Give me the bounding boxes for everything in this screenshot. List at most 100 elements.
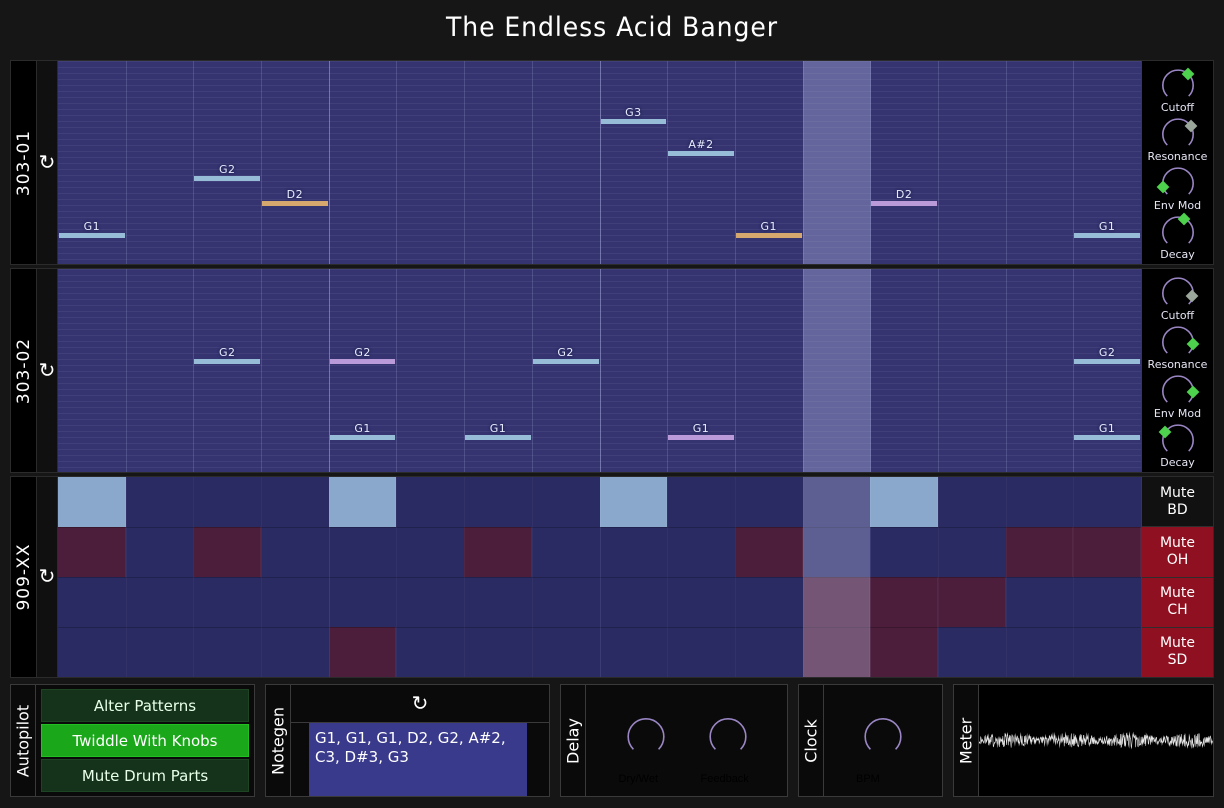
mute-button-sd[interactable]: Mute SD xyxy=(1142,627,1213,677)
knob-resonance[interactable]: Resonance xyxy=(1148,115,1207,163)
notegen-panel: Notegen ↻ G1, G1, G1, D2, G2, A#2, C3, D… xyxy=(265,684,550,797)
delay-knob-group: Dry/Wet Feedback xyxy=(586,685,787,796)
note-G1[interactable]: G1 xyxy=(465,422,531,440)
note-G1[interactable]: G1 xyxy=(668,422,734,440)
drum-cell-sd-11[interactable] xyxy=(802,627,871,677)
note-label: G1 xyxy=(1098,219,1116,233)
drum-cell-sd-4[interactable] xyxy=(328,627,397,677)
drum-cell-oh-0[interactable] xyxy=(58,527,126,577)
note-G2[interactable]: G2 xyxy=(1074,346,1140,364)
mute-button-bd[interactable]: Mute BD xyxy=(1142,477,1213,528)
step-line xyxy=(1073,269,1075,472)
note-G2[interactable]: G2 xyxy=(532,346,599,364)
knob-dry-wet[interactable]: Dry/Wet xyxy=(619,714,673,785)
piano-roll-303-02[interactable]: G2 G1 G2 G1 G2 G1 G1 G2 xyxy=(58,269,1141,472)
note-G1[interactable]: G1 xyxy=(1074,422,1140,440)
step-line xyxy=(667,269,669,472)
delay-body: Dry/Wet Feedback xyxy=(586,685,787,796)
note-D2[interactable]: D2 xyxy=(871,188,937,207)
knob-feedback[interactable]: Feedback xyxy=(701,714,755,785)
drum-cell-oh-10[interactable] xyxy=(734,527,803,577)
knob-env-mod[interactable]: Env Mod xyxy=(1154,164,1201,212)
knob-env-mod[interactable]: Env Mod xyxy=(1154,372,1201,420)
step-line xyxy=(193,269,195,472)
machine-label-303-01: 303-01 xyxy=(11,61,36,264)
note-label: G1 xyxy=(354,421,371,435)
knob-cutoff[interactable]: Cutoff xyxy=(1155,274,1201,322)
note-label: G1 xyxy=(760,219,777,233)
notegen-regenerate-button[interactable]: ↻ xyxy=(291,685,549,723)
drum-cell-bd-12[interactable] xyxy=(870,477,938,527)
note-G1[interactable]: G1 xyxy=(735,220,802,238)
drum-cell-sd-12[interactable] xyxy=(870,627,938,677)
drum-cell-oh-14[interactable] xyxy=(1005,527,1074,577)
step-line xyxy=(802,269,804,472)
step-line xyxy=(125,269,127,472)
bar-line xyxy=(870,477,872,677)
regenerate-button-303-02[interactable]: ↻ xyxy=(36,269,58,472)
drum-cell-bd-0[interactable] xyxy=(58,477,126,527)
drum-cell-oh-15[interactable] xyxy=(1073,527,1141,577)
knob-decay[interactable]: Decay xyxy=(1155,421,1201,469)
mute-label-line2: OH xyxy=(1166,551,1189,568)
knob-cutoff[interactable]: Cutoff xyxy=(1155,66,1201,114)
note-G1[interactable]: G1 xyxy=(329,422,396,440)
note-G1[interactable]: G1 xyxy=(1074,220,1140,238)
note-label: G2 xyxy=(354,345,371,359)
knob-resonance[interactable]: Resonance xyxy=(1148,323,1207,371)
autopilot-mute-drum-parts[interactable]: Mute Drum Parts xyxy=(41,759,249,792)
machine-label-text: 303-02 xyxy=(13,337,34,404)
mute-button-oh[interactable]: Mute OH xyxy=(1142,527,1213,578)
notegen-body: ↻ G1, G1, G1, D2, G2, A#2, C3, D#3, G3 xyxy=(291,685,549,796)
note-label: D2 xyxy=(286,188,304,202)
drum-cell-ch-13[interactable] xyxy=(937,577,1006,627)
note-label: G1 xyxy=(1098,421,1116,435)
autopilot-body: Alter Patterns Twiddle With Knobs Mute Dru… xyxy=(36,685,254,796)
note-G1[interactable]: G1 xyxy=(59,220,125,238)
drum-cell-ch-12[interactable] xyxy=(870,577,938,627)
step-line xyxy=(937,477,939,677)
knob-bpm[interactable]: BPM xyxy=(856,714,910,785)
notegen-notes-display[interactable]: G1, G1, G1, D2, G2, A#2, C3, D#3, G3 xyxy=(309,723,527,796)
autopilot-alter-patterns[interactable]: Alter Patterns xyxy=(41,689,249,722)
note-G2[interactable]: G2 xyxy=(329,346,396,364)
note-label: G2 xyxy=(557,345,574,359)
regenerate-button-909[interactable]: ↻ xyxy=(36,477,58,677)
drum-grid[interactable] xyxy=(58,477,1141,677)
note-label: G1 xyxy=(489,421,507,435)
regenerate-button-303-01[interactable]: ↻ xyxy=(36,61,58,264)
mute-label-line1: Mute xyxy=(1159,534,1196,551)
drum-cell-bd-4[interactable] xyxy=(328,477,397,527)
autopilot-button-list: Alter Patterns Twiddle With Knobs Mute Dru… xyxy=(36,685,254,796)
piano-roll-303-01[interactable]: G1 G2 D2 G3 A#2 G1 D2 G1 xyxy=(58,61,1141,264)
note-G2[interactable]: G2 xyxy=(194,163,261,182)
note-A#2[interactable]: A#2 xyxy=(668,138,734,156)
note-G3[interactable]: G3 xyxy=(600,106,667,125)
drum-cell-oh-2[interactable] xyxy=(193,527,262,577)
notegen-label-text: Notegen xyxy=(268,706,288,775)
step-line xyxy=(734,269,736,472)
step-line xyxy=(193,61,195,264)
autopilot-label-text: Autopilot xyxy=(13,704,33,777)
machine-label-text: 909-XX xyxy=(13,543,34,611)
step-line xyxy=(1005,269,1007,472)
note-G2[interactable]: G2 xyxy=(194,346,261,364)
step-line xyxy=(734,477,736,677)
note-label: G1 xyxy=(692,421,710,435)
bar-line xyxy=(328,61,330,264)
step-line xyxy=(1005,61,1007,264)
autopilot-twiddle-with-knobs[interactable]: Twiddle With Knobs xyxy=(41,724,249,757)
drum-cell-ch-11[interactable] xyxy=(802,577,871,627)
meter-panel: Meter xyxy=(953,684,1214,797)
mute-button-ch[interactable]: Mute CH xyxy=(1142,577,1213,628)
step-line xyxy=(1073,477,1075,677)
drum-cell-oh-6[interactable] xyxy=(464,527,532,577)
meter-panel-label: Meter xyxy=(954,685,979,796)
step-line xyxy=(937,269,939,472)
drum-cell-bd-8[interactable] xyxy=(599,477,668,527)
note-D2[interactable]: D2 xyxy=(262,188,328,207)
knob-decay[interactable]: Decay xyxy=(1155,212,1201,261)
delay-panel-label: Delay xyxy=(561,685,586,796)
clock-panel-label: Clock xyxy=(799,685,824,796)
autopilot-panel: Autopilot Alter Patterns Twiddle With Kno… xyxy=(10,684,255,797)
